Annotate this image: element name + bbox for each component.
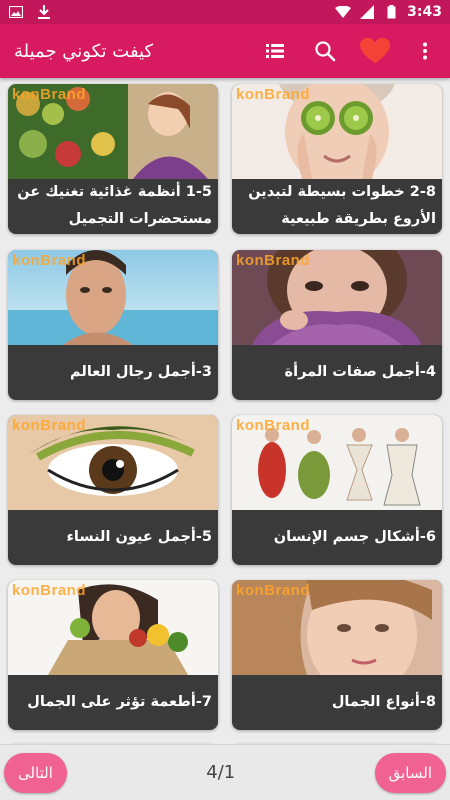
article-card[interactable]: konBrand 6-أشكال جسم الإنسان — [232, 415, 442, 565]
status-time: 3:43 — [407, 4, 442, 20]
search-icon[interactable] — [310, 36, 340, 66]
article-card[interactable]: konBrand 5-أجمل عيون النساء — [8, 415, 218, 565]
status-bar: 3:43 — [0, 0, 450, 24]
article-card[interactable]: konBrand 1-5 أنظمة غذائية تغنيك عن مستحض… — [8, 84, 218, 234]
article-card[interactable]: konBrand 7-أطعمة تؤثر على الجمال — [8, 580, 218, 730]
article-card[interactable]: konBrand 4-أجمل صفات المرأة — [232, 250, 442, 400]
watermark-logo: konBrand — [236, 582, 311, 599]
article-title: 6-أشكال جسم الإنسان — [273, 529, 436, 545]
list-menu-icon[interactable] — [260, 36, 290, 66]
article-title: 1-5 أنظمة غذائية تغنيك عن مستحضرات التجم… — [17, 184, 212, 227]
app-title: كيفت تكوني جميلة — [14, 40, 154, 62]
pagination-bar: التالى 4/1 السابق — [0, 744, 450, 800]
article-thumbnail: konBrand — [8, 250, 218, 345]
article-thumbnail: konBrand — [232, 415, 442, 510]
watermark-logo: konBrand — [236, 252, 311, 269]
article-title: 8-أنواع الجمال — [331, 694, 436, 710]
watermark-logo: konBrand — [12, 417, 87, 434]
watermark-logo: konBrand — [236, 417, 311, 434]
watermark-logo: konBrand — [12, 86, 87, 103]
favorite-heart-icon[interactable] — [360, 36, 390, 66]
overflow-menu-icon[interactable] — [410, 36, 440, 66]
article-card[interactable]: konBrand 8-أنواع الجمال — [232, 580, 442, 730]
download-icon — [36, 5, 52, 19]
article-grid: konBrand 2-8 خطوات بسيطة لتبدين الأروع ب… — [0, 78, 450, 744]
app-bar: كيفت تكوني جميلة — [0, 24, 450, 78]
article-card[interactable]: konBrand 2-8 خطوات بسيطة لتبدين الأروع ب… — [232, 84, 442, 234]
watermark-logo: konBrand — [236, 86, 311, 103]
watermark-logo: konBrand — [12, 252, 87, 269]
battery-icon — [383, 5, 399, 19]
article-title: 5-أجمل عيون النساء — [66, 529, 212, 545]
article-title: 4-أجمل صفات المرأة — [284, 364, 436, 380]
article-thumbnail: konBrand — [8, 415, 218, 510]
article-title: 3-أجمل رجال العالم — [70, 364, 212, 380]
page-indicator: 4/1 — [206, 762, 236, 783]
article-thumbnail: konBrand — [8, 84, 218, 179]
article-thumbnail: konBrand — [232, 250, 442, 345]
wifi-icon — [335, 5, 352, 19]
article-thumbnail: konBrand — [232, 84, 442, 179]
article-title: 2-8 خطوات بسيطة لتبدين الأروع بطريقة طبي… — [248, 184, 436, 227]
article-thumbnail: konBrand — [8, 580, 218, 675]
next-page-button[interactable]: التالى — [4, 752, 67, 793]
article-card[interactable]: konBrand 3-أجمل رجال العالم — [8, 250, 218, 400]
article-thumbnail: konBrand — [232, 580, 442, 675]
previous-page-button[interactable]: السابق — [374, 752, 446, 793]
notification-image-icon — [8, 5, 24, 19]
signal-icon — [359, 5, 375, 19]
article-title: 7-أطعمة تؤثر على الجمال — [27, 694, 212, 710]
watermark-logo: konBrand — [12, 582, 87, 599]
